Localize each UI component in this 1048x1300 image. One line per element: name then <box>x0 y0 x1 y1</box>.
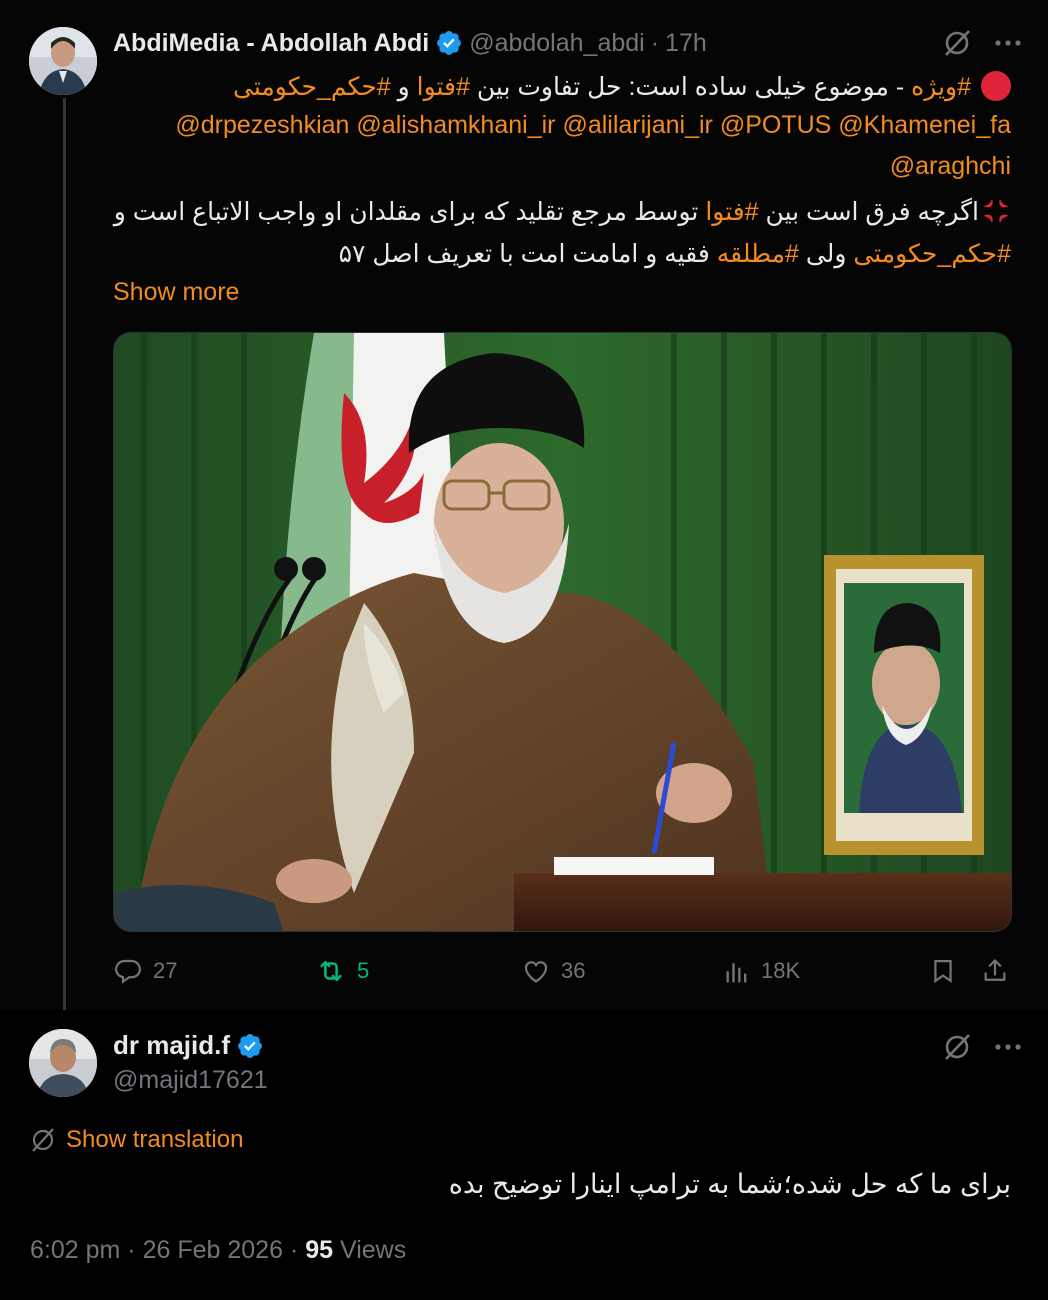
reply-date[interactable]: 26 Feb 2026 <box>143 1236 283 1264</box>
hashtag[interactable]: #ویژه <box>911 73 971 101</box>
reply-meta: 6:02 pm · 26 Feb 2026 · 95 Views <box>30 1236 406 1265</box>
views-icon <box>726 962 747 983</box>
share-button[interactable] <box>981 953 1009 989</box>
grok-icon[interactable] <box>942 28 972 58</box>
red-circle-icon <box>981 71 1011 101</box>
separator: · <box>127 1236 136 1264</box>
hashtag[interactable]: #حکم_حکومتی <box>233 73 391 101</box>
views-count: 18K <box>761 958 801 983</box>
reply-views-label: Views <box>339 1236 407 1264</box>
reply-icon <box>114 959 142 984</box>
mention[interactable]: @drpezeshkian <box>175 111 349 139</box>
share-icon <box>984 959 1006 981</box>
tweet-image[interactable] <box>113 332 1012 932</box>
show-translation-link[interactable]: Show translation <box>30 1126 243 1154</box>
bookmark-button[interactable] <box>929 953 957 989</box>
reply-text: برای ما که حل شده؛شما به ترامپ اینارا تو… <box>448 1169 1011 1199</box>
repost-count: 5 <box>357 958 370 983</box>
hashtag[interactable]: #مطلقه <box>717 240 799 268</box>
bookmark-icon <box>934 959 952 984</box>
verified-badge-icon <box>236 1032 264 1060</box>
more-icon[interactable] <box>994 1043 1022 1051</box>
mention[interactable]: @Khamenei_fa <box>838 111 1011 139</box>
show-translation-label: Show translation <box>66 1126 244 1153</box>
like-count: 36 <box>561 958 586 983</box>
hashtag[interactable]: #فتوا <box>705 198 758 226</box>
mention[interactable]: @alilarijani_ir <box>562 111 712 139</box>
mention[interactable]: @alishamkhani_ir <box>356 111 555 139</box>
tweet-text-line1: #ویژه - موضوع خیلی ساده است: حل تفاوت بی… <box>111 67 1011 108</box>
reply-author-name[interactable]: dr majid.f <box>113 1030 230 1061</box>
repost-icon <box>320 961 342 981</box>
author-name[interactable]: AbdiMedia - Abdollah Abdi <box>113 29 429 58</box>
hashtag[interactable]: #فتوا <box>417 73 470 101</box>
reply-author-avatar[interactable] <box>29 1029 97 1097</box>
reply-button[interactable]: 27 <box>113 953 177 989</box>
reply-author-line: dr majid.f <box>113 1030 264 1061</box>
tweet-header: AbdiMedia - Abdollah Abdi @abdolah_abdi … <box>113 26 707 60</box>
hashtag[interactable]: #حکم_حکومتی <box>853 240 1011 268</box>
tweet-text-line3: #حکم_حکومتی ولی #مطلقه فقیه و امامت امت … <box>111 234 1011 275</box>
mention[interactable]: @araghchi <box>890 152 1011 180</box>
show-more-link[interactable]: Show more <box>113 278 239 307</box>
mention[interactable]: @POTUS <box>720 111 832 139</box>
tweet-text: ولی <box>798 240 854 268</box>
author-handle[interactable]: @abdolah_abdi <box>469 29 645 58</box>
tweet-top-actions <box>942 28 1022 58</box>
verified-badge-icon <box>435 29 463 57</box>
thread-line <box>63 98 66 1010</box>
separator: · <box>289 1236 299 1264</box>
reply-top-actions <box>942 1032 1022 1062</box>
tweet-text: - موضوع خیلی ساده است: حل تفاوت بین <box>469 73 912 101</box>
separator: · <box>650 28 660 57</box>
tweet-text-line2: اگرچه فرق است بین #فتوا توسط مرجع تقلید … <box>111 192 1011 239</box>
grok-icon[interactable] <box>942 1032 972 1062</box>
tweet-text: توسط مرجع تقلید که برای مقلدان او واجب ا… <box>113 198 706 226</box>
repost-button[interactable]: 5 <box>315 953 369 989</box>
reply-author-handle[interactable]: @majid17621 <box>113 1066 268 1095</box>
reply-count: 27 <box>153 958 178 983</box>
tweet-mentions: @drpezeshkian @alishamkhani_ir @alilarij… <box>175 105 1011 146</box>
tweet-text: فقیه و امامت امت با تعریف اصل ۵۷ <box>338 240 717 268</box>
tweet-text: و <box>390 73 417 101</box>
tweet-text: اگرچه فرق است بین <box>758 198 979 226</box>
translate-icon <box>32 1128 54 1152</box>
views-button[interactable]: 18K <box>723 953 800 989</box>
tweet-actions: 27 5 36 18K <box>113 953 1013 989</box>
reply-views-count: 95 <box>305 1236 334 1264</box>
tweet-mentions-2: @araghchi <box>890 146 1011 187</box>
like-icon <box>524 961 548 983</box>
like-button[interactable]: 36 <box>521 953 585 989</box>
main-tweet: AbdiMedia - Abdollah Abdi @abdolah_abdi … <box>0 0 1048 1010</box>
anger-icon <box>981 196 1011 239</box>
reply-time[interactable]: 6:02 pm <box>30 1236 120 1264</box>
author-avatar[interactable] <box>29 27 97 95</box>
more-icon[interactable] <box>994 39 1022 47</box>
tweet-time[interactable]: 17h <box>665 29 707 58</box>
